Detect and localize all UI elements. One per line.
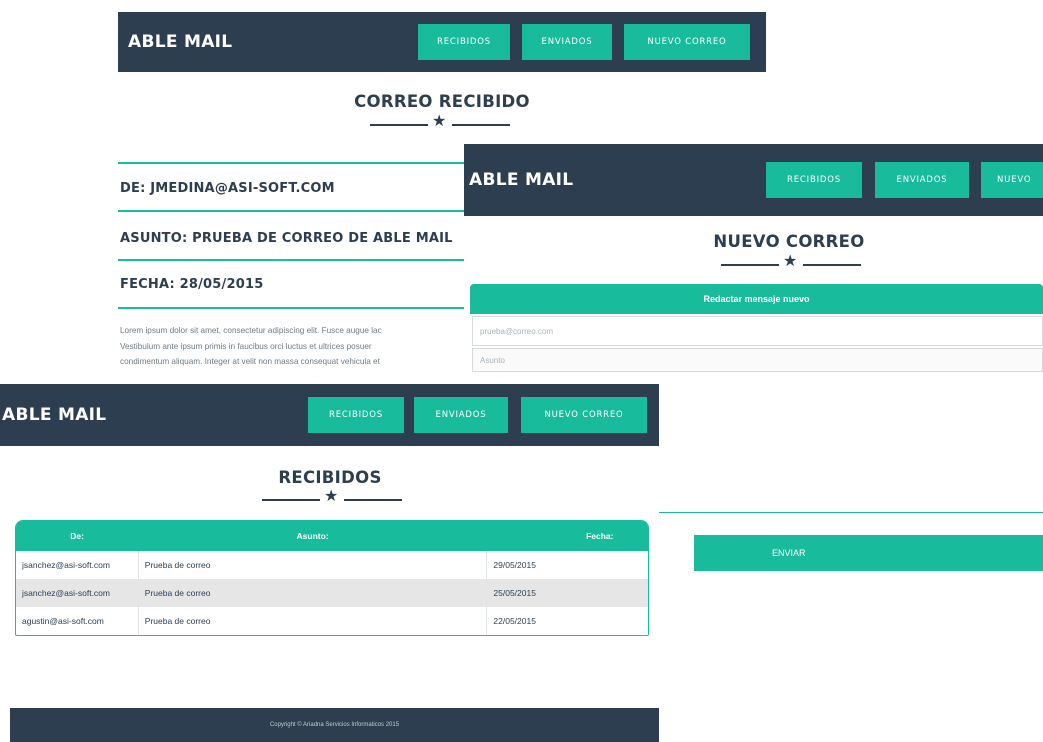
nav-received-button[interactable]: RECIBIDOS: [418, 24, 510, 60]
cell-from[interactable]: jsanchez@asi-soft.com: [16, 579, 139, 607]
brand-logo[interactable]: ABLE MAIL: [128, 32, 232, 52]
cell-date: 25/05/2015: [486, 579, 648, 607]
star-icon: ★: [783, 253, 798, 270]
brand-logo[interactable]: ABLE MAIL: [469, 170, 573, 190]
send-button[interactable]: ENVIAR: [694, 535, 1043, 571]
cell-from[interactable]: agustin@asi-soft.com: [16, 607, 139, 635]
nav-sent-button[interactable]: ENVIADOS: [522, 24, 612, 60]
column-header-from[interactable]: De:: [16, 521, 139, 551]
nav-sent-button[interactable]: ENVIADOS: [414, 397, 508, 433]
column-header-date[interactable]: Fecha:: [486, 521, 648, 551]
recipient-input[interactable]: prueba@correo.com: [472, 316, 1043, 346]
cell-subject[interactable]: Prueba de correo: [138, 551, 488, 579]
nav-received-button[interactable]: RECIBIDOS: [308, 397, 404, 433]
cell-subject[interactable]: Prueba de correo: [138, 607, 488, 635]
column-header-subject[interactable]: Asunto:: [138, 521, 487, 551]
star-icon: ★: [324, 488, 339, 505]
copyright-text: Copyright © Ariadna Servicios Informatic…: [269, 722, 400, 728]
message-body-line: Lorem ipsum dolor sit amet, consectetur …: [120, 326, 382, 335]
subject-input[interactable]: Asunto: [472, 348, 1043, 372]
divider-line: [118, 259, 464, 261]
compose-view-divider: ★: [721, 253, 861, 271]
from-field: DE: JMEDINA@ASI-SOFT.COM: [120, 181, 335, 196]
divider-line: [118, 307, 464, 309]
compose-view-navbar: ABLE MAIL RECIBIDOS ENVIADOS NUEVO: [464, 144, 1043, 216]
cell-date: 29/05/2015: [486, 551, 648, 579]
received-view-title: CORREO RECIBIDO: [354, 92, 530, 111]
table-header-row: De: Asunto: Fecha:: [16, 521, 648, 551]
nav-new-mail-button[interactable]: NUEVO CORREO: [624, 24, 750, 60]
brand-logo[interactable]: ABLE MAIL: [2, 405, 106, 425]
nav-new-mail-button[interactable]: NUEVO CORREO: [521, 397, 647, 433]
inbox-table-wrapper: De: Asunto: Fecha: jsanchez@asi-soft.com…: [15, 520, 649, 636]
nav-new-mail-button[interactable]: NUEVO: [981, 162, 1043, 198]
message-body: Lorem ipsum dolor sit amet, consectetur …: [120, 323, 472, 385]
cell-from[interactable]: jsanchez@asi-soft.com: [16, 551, 139, 579]
subject-field: ASUNTO: PRUEBA DE CORREO DE ABLE MAIL: [120, 231, 453, 246]
inbox-table: De: Asunto: Fecha: jsanchez@asi-soft.com…: [16, 521, 648, 635]
star-icon: ★: [432, 113, 447, 130]
compose-panel-header: Redactar mensaje nuevo: [470, 284, 1043, 314]
received-view-divider: ★: [370, 113, 510, 131]
cell-date: 22/05/2015: [486, 607, 648, 635]
message-body-line: condimentum aliquam. Integer at velit no…: [120, 357, 380, 366]
nav-sent-button[interactable]: ENVIADOS: [875, 162, 969, 198]
send-button-label: ENVIAR: [772, 548, 806, 558]
received-view-navbar: ABLE MAIL RECIBIDOS ENVIADOS NUEVO CORRE…: [118, 12, 766, 72]
table-row[interactable]: jsanchez@asi-soft.com Prueba de correo 2…: [16, 579, 648, 607]
nav-received-button[interactable]: RECIBIDOS: [766, 162, 862, 198]
inbox-view-divider: ★: [262, 488, 402, 506]
inbox-view-navbar: ABLE MAIL RECIBIDOS ENVIADOS NUEVO CORRE…: [0, 384, 659, 446]
message-body-line: Vestibulum ante ipsum primis in faucibus…: [120, 341, 372, 351]
inbox-view: ABLE MAIL RECIBIDOS ENVIADOS NUEVO CORRE…: [0, 384, 659, 742]
compose-view-title: NUEVO CORREO: [713, 232, 865, 251]
inbox-view-title: RECIBIDOS: [278, 468, 382, 487]
table-row[interactable]: agustin@asi-soft.com Prueba de correo 22…: [16, 607, 648, 635]
divider-line: [118, 210, 464, 212]
footer: Copyright © Ariadna Servicios Informatic…: [10, 708, 659, 742]
date-field: FECHA: 28/05/2015: [120, 277, 264, 292]
table-row[interactable]: jsanchez@asi-soft.com Prueba de correo 2…: [16, 551, 648, 579]
cell-subject[interactable]: Prueba de correo: [138, 579, 488, 607]
divider-line: [118, 162, 464, 164]
